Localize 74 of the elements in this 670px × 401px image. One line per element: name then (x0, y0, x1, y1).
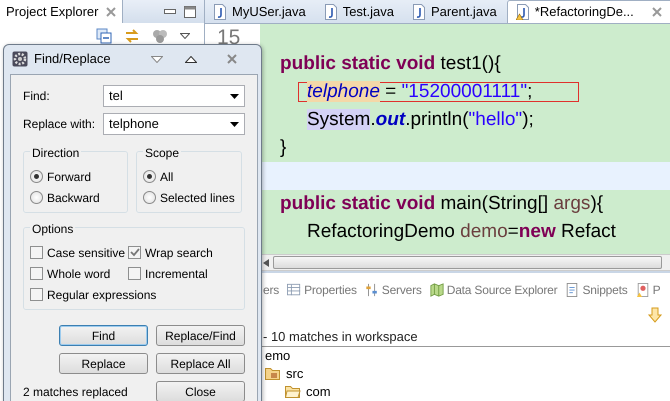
folder-icon (285, 384, 301, 400)
sliders-icon (364, 283, 379, 297)
code-line: public static void main(String[] args){ (279, 192, 604, 216)
dropdown-icon[interactable] (180, 33, 190, 39)
radio-button[interactable] (143, 170, 156, 183)
dialog-button[interactable]: Find (59, 325, 148, 346)
code-line: RefactoringDemo demo=new Refact (306, 220, 617, 244)
checkbox-label: Case sensitive (47, 244, 126, 262)
panel-tab[interactable]: Data Source Explorer (430, 281, 558, 299)
status-text: 2 matches replaced (23, 384, 128, 400)
project-explorer-tab[interactable]: Project Explorer (0, 0, 124, 23)
map-icon (430, 283, 444, 297)
dialog-button[interactable]: Replace (59, 353, 148, 374)
radio-label: Forward (47, 168, 92, 186)
arrow-down-icon[interactable] (648, 307, 662, 323)
collapse-icon[interactable] (96, 28, 112, 44)
file-icon (412, 4, 426, 20)
panel-tab[interactable]: Snippets (565, 281, 628, 299)
caret-icon[interactable] (230, 94, 239, 98)
editor-tab[interactable]: MyUSer.java (205, 0, 316, 23)
table-icon (287, 283, 302, 297)
maximize-icon[interactable] (184, 6, 196, 18)
tree-item[interactable]: com (285, 383, 670, 401)
document-icon (565, 283, 580, 297)
checkbox-label: Whole word (47, 266, 110, 282)
sync-arrows-icon[interactable] (124, 28, 140, 44)
close-icon[interactable] (227, 54, 237, 64)
checkbox-label: Wrap search (145, 244, 213, 262)
dialog-button[interactable]: Replace/Find (156, 325, 245, 346)
tree-item[interactable]: emo (265, 347, 670, 365)
field-label: Replace with: (23, 116, 96, 133)
radio-label: Selected lines (160, 190, 235, 206)
panel-tab[interactable]: P (636, 281, 660, 299)
code-line: } (279, 136, 288, 160)
dialog-title: Find/Replace (34, 50, 111, 68)
report-icon (636, 283, 650, 297)
dropdown-icon[interactable] (151, 56, 163, 62)
radio-label: All (160, 168, 174, 186)
checkbox[interactable] (128, 246, 141, 259)
replace-combo[interactable]: telphone (103, 113, 245, 135)
gear-icon (12, 51, 28, 67)
panel-tab[interactable]: Servers (364, 281, 422, 299)
dialog-button[interactable]: Close (156, 381, 245, 401)
line-number: 15 (217, 27, 240, 49)
checkbox[interactable] (30, 267, 43, 280)
radio-button[interactable] (30, 191, 43, 204)
editor-tab[interactable]: Parent.java (404, 0, 507, 23)
panel-tab[interactable]: Properties (287, 281, 357, 299)
find-combo[interactable]: tel (103, 85, 245, 107)
collapse-up-icon[interactable] (185, 56, 197, 62)
checkbox-label: Incremental (145, 266, 208, 282)
radio-button[interactable] (143, 191, 156, 204)
panel-tab[interactable]: ers (263, 281, 280, 299)
checkbox-label: Regular expressions (47, 286, 156, 304)
tree-item[interactable]: src (265, 365, 670, 383)
code-line: public static void test1(){ (279, 52, 502, 76)
close-icon[interactable] (652, 7, 662, 17)
minimize-icon[interactable] (164, 8, 176, 14)
dialog-button[interactable]: Replace All (156, 353, 245, 374)
code-line: System.out.println("hello"); (306, 108, 535, 132)
circles-icon[interactable] (152, 28, 168, 44)
editor-tab[interactable]: *RefactoringDe... (506, 0, 670, 23)
file-icon (324, 4, 337, 20)
radio-label: Backward (47, 190, 100, 206)
checkbox[interactable] (30, 288, 43, 301)
file-icon (213, 4, 226, 20)
editor-tab[interactable]: Test.java (316, 0, 404, 23)
checkbox[interactable] (128, 267, 141, 280)
caret-icon[interactable] (230, 122, 239, 126)
checkbox[interactable] (30, 246, 43, 259)
package-folder-icon (265, 366, 281, 382)
field-label: Find: (23, 88, 51, 105)
close-icon[interactable] (106, 6, 116, 16)
radio-button[interactable] (30, 170, 43, 183)
